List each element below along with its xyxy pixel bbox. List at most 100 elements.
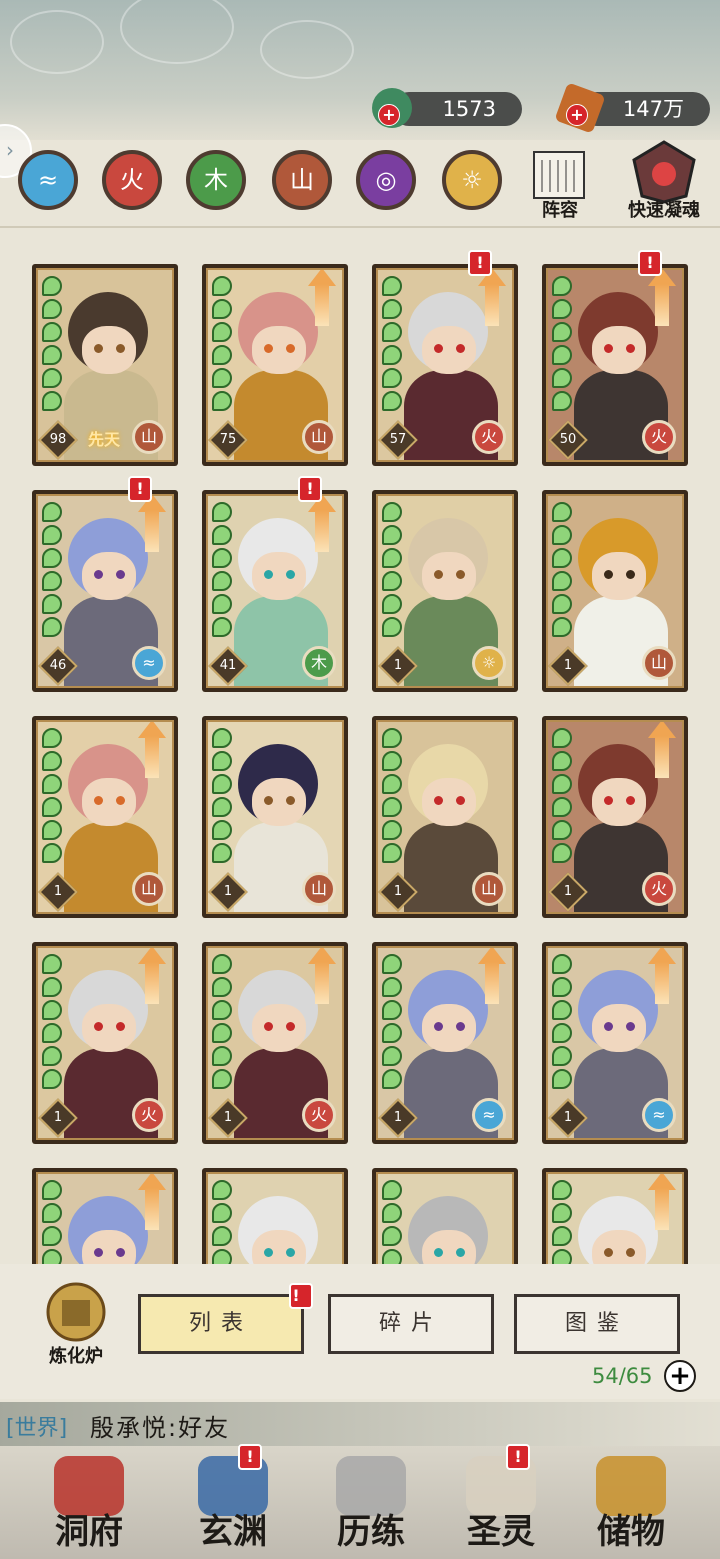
innate-tag: 先天 <box>88 430 121 449</box>
element-filter-water[interactable]: ≈ <box>18 150 78 210</box>
character-card[interactable]: 57 火! <box>372 250 518 466</box>
earth-icon: 山 <box>290 166 314 194</box>
add-spirit-stone-button[interactable]: + <box>566 104 588 126</box>
star-icon <box>42 548 62 568</box>
element-filter-wood[interactable]: 木 <box>186 150 246 210</box>
character-card[interactable] <box>542 1168 688 1264</box>
star-icon <box>552 368 572 388</box>
card-frame: 1 ≈ <box>546 946 684 1140</box>
character-card[interactable]: 1火 <box>32 942 178 1144</box>
card-element-earth-icon: 山 <box>302 420 336 454</box>
element-filter-earth[interactable]: 山 <box>272 150 332 210</box>
card-element-fire-icon: 火 <box>302 1098 336 1132</box>
star-icon <box>552 571 572 591</box>
crest-icon <box>632 140 696 204</box>
star-icon <box>382 1000 402 1020</box>
character-card[interactable] <box>202 1168 348 1264</box>
add-slot-button[interactable]: + <box>664 1360 696 1392</box>
character-card-grid[interactable]: 98 山先天 75 山 57 火! 50 火! 46 ≈! 41 木! 1 ☼ 1 山 1 山 1 山 1 山 1 火 1 火 1 火… <box>0 240 720 1264</box>
quick-condense-button[interactable]: 快速凝魂 <box>614 140 714 221</box>
character-card[interactable]: 1山 <box>372 716 518 918</box>
nav-item-tiger[interactable]: 圣灵! <box>436 1444 566 1559</box>
character-card[interactable]: 1 ≈ <box>372 942 518 1144</box>
character-card[interactable]: 1山 <box>32 716 178 918</box>
character-eye <box>264 570 273 579</box>
level-value: 1 <box>563 884 573 899</box>
character-card[interactable]: 41 木! <box>202 476 348 692</box>
character-card[interactable]: 1火 <box>202 942 348 1144</box>
character-card[interactable]: 75 山 <box>202 264 348 466</box>
character-card[interactable]: 50 火! <box>542 250 688 466</box>
star-icon <box>42 954 62 974</box>
star-icon <box>552 843 572 863</box>
character-card[interactable]: 46 ≈! <box>32 476 178 692</box>
character-face <box>592 1004 646 1052</box>
element-filter-dark[interactable]: ◎ <box>356 150 416 210</box>
star-icon <box>552 751 572 771</box>
character-card[interactable]: 1 ☼ <box>372 490 518 692</box>
tab-list[interactable]: 列表 ! <box>138 1283 313 1354</box>
level-value: 75 <box>219 432 237 447</box>
lineup-button[interactable]: 阵容 <box>520 140 600 221</box>
add-jade-button[interactable]: + <box>378 104 400 126</box>
level-value: 57 <box>389 432 407 447</box>
character-card[interactable] <box>372 1168 518 1264</box>
star-icon <box>42 525 62 545</box>
character-face <box>82 552 136 600</box>
jade-resource[interactable]: + 1573 <box>372 88 522 128</box>
spirit-stone-resource[interactable]: + 147万 <box>554 82 710 134</box>
star-icon <box>212 525 232 545</box>
star-icon <box>382 368 402 388</box>
star-icon <box>212 345 232 365</box>
star-icon <box>42 502 62 522</box>
element-filter-light[interactable]: ☼ <box>442 150 502 210</box>
furnace-button[interactable]: 炼化炉 <box>28 1278 124 1368</box>
tab-codex[interactable]: 图鉴 <box>514 1294 680 1354</box>
star-rating <box>552 1180 572 1264</box>
star-icon <box>382 594 402 614</box>
card-frame: 1火 <box>546 720 684 914</box>
nav-item-bag[interactable]: 储物 <box>566 1446 696 1559</box>
character-eye <box>286 344 295 353</box>
character-card[interactable]: 1山 <box>542 490 688 692</box>
chevron-right-icon: › <box>6 138 14 162</box>
nav-item-palace[interactable]: 洞府 <box>24 1446 154 1559</box>
star-icon <box>382 391 402 411</box>
star-icon <box>382 299 402 319</box>
character-eye <box>286 796 295 805</box>
nav-label: 历练 <box>337 1512 405 1552</box>
star-icon <box>552 977 572 997</box>
star-icon <box>552 525 572 545</box>
character-eye <box>604 344 613 353</box>
wave-decoration <box>120 0 234 64</box>
star-rating <box>212 954 232 1092</box>
character-eye <box>286 570 295 579</box>
upgrade-arrow-icon <box>138 948 166 1004</box>
character-eye <box>626 1022 635 1031</box>
star-icon <box>42 368 62 388</box>
character-card[interactable]: 98 山先天 <box>32 264 178 466</box>
card-element-earth-icon: 山 <box>132 872 166 906</box>
star-icon <box>212 797 232 817</box>
star-icon <box>42 1046 62 1066</box>
star-rating <box>552 954 572 1092</box>
character-face <box>592 1230 646 1264</box>
star-rating <box>42 1180 62 1264</box>
star-rating <box>42 276 62 414</box>
star-icon <box>382 1249 402 1264</box>
star-rating <box>552 502 572 640</box>
character-card[interactable]: 1 ≈ <box>542 942 688 1144</box>
tab-fragments[interactable]: 碎片 <box>328 1294 494 1354</box>
star-icon <box>552 548 572 568</box>
character-card[interactable]: 1山 <box>202 716 348 918</box>
nav-item-sword[interactable]: 历练 <box>306 1446 436 1559</box>
star-icon <box>382 797 402 817</box>
character-card[interactable]: 1火 <box>542 716 688 918</box>
character-card[interactable] <box>32 1168 178 1264</box>
nav-item-treasure[interactable]: 玄渊! <box>168 1444 298 1559</box>
upgrade-arrow-icon <box>478 948 506 1004</box>
star-rating <box>382 502 402 640</box>
element-filter-fire[interactable]: 火 <box>102 150 162 210</box>
level-value: 46 <box>49 658 67 673</box>
star-icon <box>42 345 62 365</box>
